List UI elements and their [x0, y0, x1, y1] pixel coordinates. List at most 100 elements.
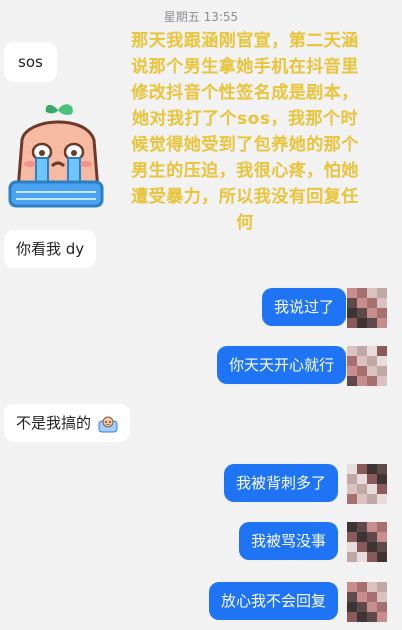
overlay-annotation-text: 那天我跟涵刚官宣，第二天涵说那个男生拿她手机在抖音里修改抖音个性签名成是剧本，她… [131, 31, 359, 233]
message-text: 我被背刺多了 [235, 474, 326, 492]
avatar-mosaic-cell [347, 542, 357, 552]
avatar[interactable] [347, 346, 387, 386]
message-bubble-outgoing[interactable]: 我被骂没事 [238, 522, 338, 560]
avatar-mosaic-cell [367, 552, 377, 562]
avatar-mosaic-cell [347, 494, 357, 504]
avatar-mosaic-cell [357, 484, 367, 494]
avatar-mosaic-cell [347, 318, 357, 328]
avatar[interactable] [347, 464, 387, 504]
avatar-mosaic-cell [357, 474, 367, 484]
avatar-mosaic-cell [377, 582, 387, 592]
avatar-mosaic-cell [367, 346, 377, 356]
avatar-mosaic-cell [367, 582, 377, 592]
message-bubble-incoming[interactable]: 不是我搞的 [4, 404, 130, 442]
avatar-mosaic-cell [347, 474, 357, 484]
message-bubble-incoming[interactable]: sos [4, 42, 57, 82]
avatar-mosaic-cell [357, 288, 367, 298]
avatar-mosaic-cell [367, 532, 377, 542]
avatar-mosaic-cell [367, 484, 377, 494]
avatar-mosaic-cell [357, 522, 367, 532]
avatar-mosaic-cell [357, 542, 367, 552]
avatar-mosaic-cell [367, 474, 377, 484]
avatar-mosaic-cell [367, 494, 377, 504]
avatar-mosaic-cell [347, 346, 357, 356]
avatar-mosaic-cell [347, 288, 357, 298]
avatar-mosaic-cell [377, 308, 387, 318]
message-bubble-outgoing[interactable]: 我说过了 [261, 288, 346, 326]
avatar-mosaic-cell [377, 288, 387, 298]
avatar-mosaic-cell [377, 542, 387, 552]
message-text: 不是我搞的 [16, 414, 92, 432]
avatar-mosaic-cell [357, 298, 367, 308]
avatar-mosaic-cell [367, 356, 377, 366]
avatar-mosaic-cell [367, 366, 377, 376]
avatar-mosaic-cell [347, 612, 357, 622]
avatar-mosaic-cell [377, 592, 387, 602]
avatar-mosaic-cell [347, 464, 357, 474]
message-text: 放心我不会回复 [220, 592, 326, 610]
avatar-mosaic-cell [377, 376, 387, 386]
avatar-mosaic-cell [357, 592, 367, 602]
message-bubble-outgoing[interactable]: 你天天开心就行 [216, 346, 346, 384]
avatar-mosaic-cell [347, 552, 357, 562]
avatar-mosaic-cell [367, 542, 377, 552]
avatar-mosaic-cell [357, 582, 367, 592]
avatar-mosaic-cell [377, 318, 387, 328]
avatar-mosaic-cell [367, 464, 377, 474]
avatar-mosaic-cell [347, 298, 357, 308]
avatar-mosaic-cell [347, 532, 357, 542]
avatar[interactable] [347, 288, 387, 328]
avatar-mosaic-cell [357, 376, 367, 386]
avatar-mosaic-cell [357, 494, 367, 504]
avatar-mosaic-cell [377, 464, 387, 474]
avatar-mosaic-cell [377, 494, 387, 504]
avatar-mosaic-cell [377, 356, 387, 366]
avatar-mosaic-cell [347, 366, 357, 376]
avatar-mosaic-cell [367, 288, 377, 298]
pouting-face-emoji-icon [98, 415, 118, 433]
avatar-mosaic-cell [377, 298, 387, 308]
avatar-mosaic-cell [377, 612, 387, 622]
avatar-mosaic-cell [367, 298, 377, 308]
avatar-mosaic-cell [347, 376, 357, 386]
avatar-mosaic-cell [347, 522, 357, 532]
avatar-mosaic-cell [357, 356, 367, 366]
avatar-mosaic-cell [367, 522, 377, 532]
avatar-mosaic-cell [367, 612, 377, 622]
avatar-mosaic-cell [357, 346, 367, 356]
avatar-mosaic-cell [377, 532, 387, 542]
avatar-mosaic-cell [377, 366, 387, 376]
avatar-mosaic-cell [377, 602, 387, 612]
avatar-mosaic-cell [377, 346, 387, 356]
avatar-mosaic-cell [357, 552, 367, 562]
avatar-mosaic-cell [377, 484, 387, 494]
avatar-mosaic-cell [367, 376, 377, 386]
avatar[interactable] [347, 522, 387, 562]
message-bubble-outgoing[interactable]: 我被背刺多了 [223, 464, 338, 502]
avatar-mosaic-cell [377, 474, 387, 484]
message-bubble-incoming[interactable]: 你看我 dy [4, 230, 97, 268]
avatar-mosaic-cell [347, 308, 357, 318]
avatar-mosaic-cell [347, 356, 357, 366]
avatar-mosaic-cell [357, 308, 367, 318]
avatar-mosaic-cell [347, 602, 357, 612]
message-text: sos [18, 53, 43, 71]
avatar-mosaic-cell [367, 308, 377, 318]
message-bubble-outgoing[interactable]: 放心我不会回复 [208, 582, 338, 620]
avatar-mosaic-cell [357, 532, 367, 542]
avatar-mosaic-cell [357, 318, 367, 328]
message-text: 我被骂没事 [250, 532, 326, 550]
avatar-mosaic-cell [377, 552, 387, 562]
avatar-mosaic-cell [367, 592, 377, 602]
avatar-mosaic-cell [357, 602, 367, 612]
avatar-mosaic-cell [347, 484, 357, 494]
avatar-mosaic-cell [347, 582, 357, 592]
crying-radish-sticker-icon[interactable] [6, 100, 106, 210]
avatar-mosaic-cell [367, 318, 377, 328]
avatar-mosaic-cell [357, 366, 367, 376]
message-text: 你看我 dy [16, 240, 85, 258]
avatar-mosaic-cell [357, 464, 367, 474]
avatar[interactable] [347, 582, 387, 622]
message-text: 你天天开心就行 [228, 356, 334, 374]
timestamp: 星期五 13:55 [163, 10, 239, 24]
